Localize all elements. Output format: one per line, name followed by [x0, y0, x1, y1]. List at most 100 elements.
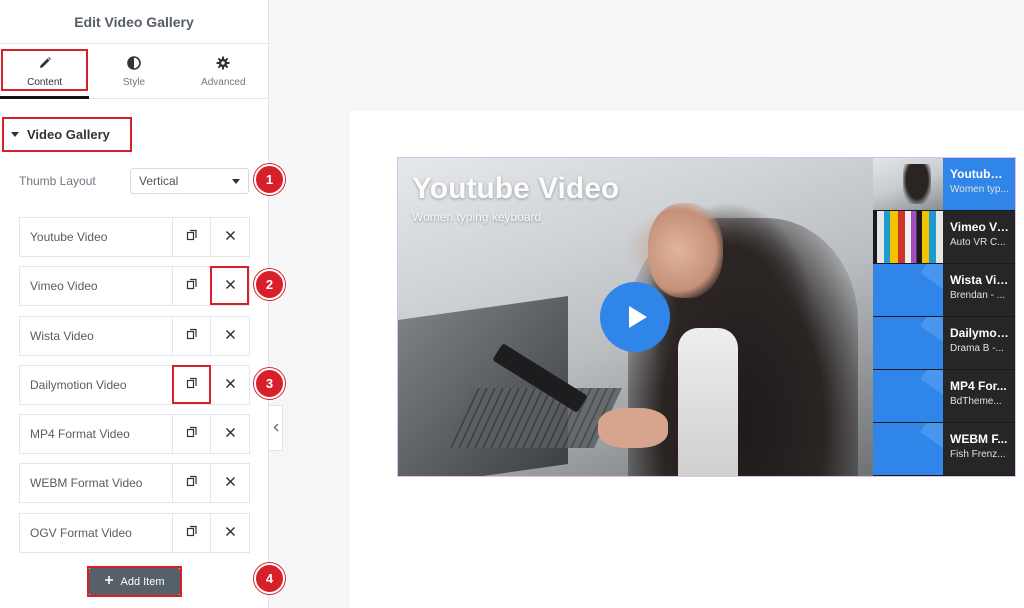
copy-icon — [186, 524, 198, 542]
thumbnail-title: Youtube ... — [950, 167, 1009, 181]
close-icon — [225, 524, 236, 542]
close-icon — [225, 228, 236, 246]
panel-collapse-handle[interactable] — [269, 405, 283, 451]
repeater-item-title[interactable]: MP4 Format Video — [20, 415, 173, 453]
close-icon — [225, 327, 236, 345]
remove-button[interactable] — [211, 267, 249, 305]
thumbnail-item[interactable]: Vimeo Vi... Auto VR C... — [873, 211, 1015, 264]
plus-icon — [104, 575, 114, 588]
add-item-button[interactable]: Add Item — [89, 568, 180, 595]
repeater-item: Vimeo Video — [19, 266, 250, 306]
duplicate-button[interactable] — [173, 218, 211, 256]
remove-button[interactable] — [211, 218, 249, 256]
close-icon — [225, 277, 236, 295]
thumbnail-image — [873, 423, 943, 475]
tab-advanced-label: Advanced — [201, 76, 246, 88]
thumbnail-subtitle: Drama B -... — [950, 343, 1004, 354]
editor-panel: Edit Video Gallery Content Style Advance… — [0, 0, 269, 608]
remove-button[interactable] — [211, 415, 249, 453]
repeater-item: WEBM Format Video — [19, 463, 250, 503]
thumbnail-item[interactable]: Youtube ... Women typ... — [873, 158, 1015, 211]
callout-badge-2: 2 — [254, 269, 285, 300]
gear-icon — [216, 55, 230, 71]
video-gallery-widget: Youtube Video Women typing keyboard Yout… — [397, 157, 1016, 477]
panel-title: Edit Video Gallery — [74, 13, 194, 30]
thumbnail-subtitle: BdTheme... — [950, 396, 1002, 407]
thumbnail-title: Wista Vid... — [950, 273, 1009, 287]
thumbnail-image — [873, 264, 943, 316]
play-button[interactable] — [600, 282, 670, 352]
video-frame-shirt — [678, 328, 738, 476]
pencil-icon — [38, 55, 52, 71]
duplicate-button[interactable] — [173, 317, 211, 355]
chevron-left-icon — [273, 419, 279, 437]
play-icon — [628, 306, 647, 328]
thumb-layout-field: Thumb Layout Vertical — [19, 168, 249, 194]
remove-button[interactable] — [211, 464, 249, 502]
video-player[interactable]: Youtube Video Women typing keyboard — [398, 158, 873, 476]
thumb-layout-select[interactable]: Vertical — [130, 168, 249, 194]
add-item-label: Add Item — [120, 575, 165, 588]
repeater-item-title[interactable]: Youtube Video — [20, 218, 173, 256]
thumbnail-subtitle: Auto VR C... — [950, 237, 1006, 248]
tab-content[interactable]: Content — [0, 44, 90, 99]
thumbnail-image — [873, 317, 943, 369]
panel-tabs: Content Style Advanced — [0, 44, 268, 99]
thumbnail-subtitle: Women typ... — [950, 184, 1009, 195]
thumbnail-item[interactable]: MP4 For... BdTheme... — [873, 370, 1015, 423]
thumbnail-image — [873, 158, 943, 210]
chevron-down-icon — [232, 178, 240, 184]
repeater-item-title[interactable]: Vimeo Video — [20, 267, 173, 305]
repeater-item: Dailymotion Video — [19, 365, 250, 405]
thumbnail-subtitle: Fish Frenz... — [950, 449, 1006, 460]
contrast-icon — [127, 55, 141, 71]
copy-icon — [186, 277, 198, 295]
thumbnail-list: Youtube ... Women typ... Vimeo Vi... Aut… — [873, 158, 1015, 476]
remove-button[interactable] — [211, 366, 249, 404]
copy-icon — [186, 228, 198, 246]
copy-icon — [186, 474, 198, 492]
caret-down-icon — [11, 132, 19, 137]
panel-header: Edit Video Gallery — [0, 0, 268, 44]
duplicate-button[interactable] — [173, 464, 211, 502]
copy-icon — [186, 376, 198, 394]
thumb-layout-label: Thumb Layout — [19, 174, 96, 188]
thumbnail-item[interactable]: WEBM F... Fish Frenz... — [873, 423, 1015, 476]
repeater-item: MP4 Format Video — [19, 414, 250, 454]
thumbnail-title: Vimeo Vi... — [950, 220, 1009, 234]
thumbnail-item[interactable]: Wista Vid... Brendan - ... — [873, 264, 1015, 317]
repeater-item-title[interactable]: Wista Video — [20, 317, 173, 355]
repeater-item-title[interactable]: WEBM Format Video — [20, 464, 173, 502]
video-subtitle: Women typing keyboard — [412, 210, 542, 224]
close-icon — [225, 425, 236, 443]
remove-button[interactable] — [211, 317, 249, 355]
copy-icon — [186, 425, 198, 443]
duplicate-button[interactable] — [173, 514, 211, 552]
tab-style[interactable]: Style — [89, 44, 178, 98]
thumbnail-title: Dailymoti... — [950, 326, 1009, 340]
repeater-item-title[interactable]: OGV Format Video — [20, 514, 173, 552]
repeater-item: Wista Video — [19, 316, 250, 356]
duplicate-button[interactable] — [173, 415, 211, 453]
video-frame-keyboard — [444, 388, 622, 448]
remove-button[interactable] — [211, 514, 249, 552]
repeater-item-title[interactable]: Dailymotion Video — [20, 366, 173, 404]
close-icon — [225, 474, 236, 492]
video-frame-hand — [598, 408, 668, 448]
close-icon — [225, 376, 236, 394]
tab-advanced[interactable]: Advanced — [179, 44, 268, 98]
copy-icon — [186, 327, 198, 345]
duplicate-button[interactable] — [173, 366, 211, 404]
tab-content-label: Content — [27, 76, 63, 88]
section-title: Video Gallery — [27, 127, 110, 142]
repeater-item: Youtube Video — [19, 217, 250, 257]
duplicate-button[interactable] — [173, 267, 211, 305]
tab-style-label: Style — [122, 76, 146, 88]
video-title: Youtube Video — [412, 172, 620, 205]
callout-badge-3: 3 — [254, 368, 285, 399]
section-video-gallery[interactable]: Video Gallery — [2, 117, 132, 152]
thumbnail-title: WEBM F... — [950, 432, 1008, 446]
thumbnail-item[interactable]: Dailymoti... Drama B -... — [873, 317, 1015, 370]
callout-badge-1: 1 — [254, 164, 285, 195]
thumbnail-subtitle: Brendan - ... — [950, 290, 1006, 301]
